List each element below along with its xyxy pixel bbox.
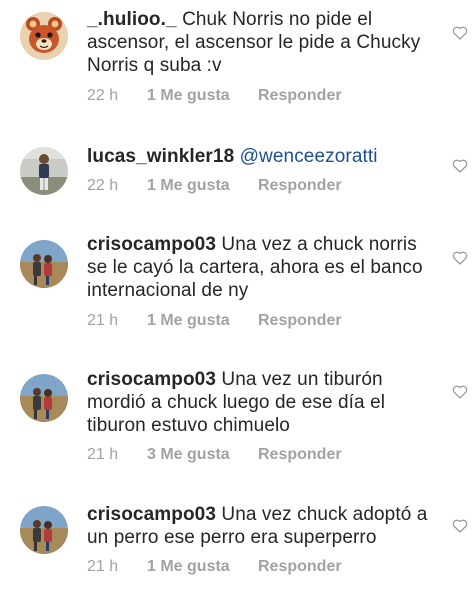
comment-time: 21 h — [87, 446, 119, 463]
reply-button[interactable]: Responder — [258, 176, 342, 196]
comment-text: _.hulioo._ Chuk Norris no pide el ascens… — [87, 8, 432, 77]
reply-button[interactable]: Responder — [258, 445, 342, 465]
comment-text: crisocampo03 Una vez a chuck norris se l… — [87, 233, 432, 302]
comment-username[interactable]: crisocampo03 — [87, 369, 216, 390]
mention-link[interactable]: @wenceezoratti — [240, 146, 378, 167]
group-photo-avatar-icon[interactable] — [20, 374, 68, 422]
comment-username[interactable]: crisocampo03 — [87, 504, 216, 525]
group-photo-avatar-icon[interactable] — [20, 506, 68, 554]
comment-username[interactable]: lucas_winkler18 — [87, 146, 234, 167]
reply-button[interactable]: Responder — [258, 557, 342, 577]
heart-icon[interactable] — [452, 384, 468, 400]
heart-icon[interactable] — [452, 158, 468, 174]
person-photo-avatar-icon[interactable] — [20, 147, 68, 195]
likes-count-link[interactable]: 1 Me gusta — [147, 176, 230, 196]
heart-icon[interactable] — [452, 250, 468, 266]
comment-username[interactable]: crisocampo03 — [87, 234, 216, 255]
heart-icon[interactable] — [452, 25, 468, 41]
bear-avatar-icon[interactable] — [20, 12, 68, 60]
reply-button[interactable]: Responder — [258, 86, 342, 106]
reply-button[interactable]: Responder — [258, 311, 342, 331]
comment-time: 21 h — [87, 558, 119, 575]
likes-count-link[interactable]: 1 Me gusta — [147, 86, 230, 106]
heart-icon[interactable] — [452, 518, 468, 534]
group-photo-avatar-icon[interactable] — [20, 240, 68, 288]
comment-text: crisocampo03 Una vez chuck adoptó a un p… — [87, 503, 432, 549]
comment-text: lucas_winkler18 @wenceezoratti — [87, 145, 432, 168]
likes-count-link[interactable]: 3 Me gusta — [147, 445, 230, 465]
comment-text: crisocampo03 Una vez un tiburón mordió a… — [87, 368, 432, 437]
likes-count-link[interactable]: 1 Me gusta — [147, 311, 230, 331]
comment-time: 21 h — [87, 312, 119, 329]
comment-time: 22 h — [87, 177, 119, 194]
comment-time: 22 h — [87, 87, 119, 104]
comment-username[interactable]: _.hulioo._ — [87, 9, 177, 30]
likes-count-link[interactable]: 1 Me gusta — [147, 557, 230, 577]
